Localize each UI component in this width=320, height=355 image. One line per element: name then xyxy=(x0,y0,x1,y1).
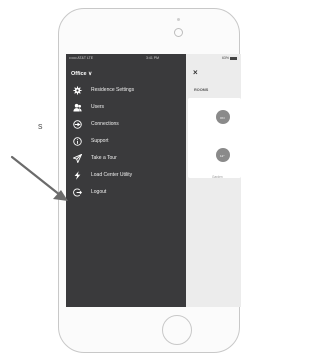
pointer-arrow xyxy=(10,155,68,201)
menu-item-support[interactable]: Support xyxy=(71,135,183,147)
battery-percent: 63% xyxy=(221,56,229,60)
menu-item-label: Users xyxy=(91,104,105,110)
gear-icon xyxy=(71,85,83,95)
menu-item-users[interactable]: Users xyxy=(71,101,183,113)
phone-screen: × ROOMS ON 12" Garden Office ∨ Residence… xyxy=(66,54,241,307)
rooms-card xyxy=(188,98,241,178)
info-icon xyxy=(71,136,83,146)
speaker-dot xyxy=(177,18,180,21)
venue-name: Office xyxy=(71,71,87,77)
room-subtitle: Garden xyxy=(212,175,223,179)
menu-item-load-center-utility[interactable]: Load Center Utility xyxy=(71,169,183,181)
menu-item-label: Support xyxy=(91,138,109,144)
status-bar: •••oo AT&T LTE 3:41 PM 63% xyxy=(66,54,241,62)
annotation-text: s xyxy=(38,121,43,131)
venue-selector[interactable]: Office ∨ xyxy=(71,71,92,77)
carrier-signal: •••oo AT&T LTE xyxy=(69,56,94,60)
menu-item-label: Load Center Utility xyxy=(91,172,133,178)
menu-item-take-a-tour[interactable]: Take a Tour xyxy=(71,152,183,164)
side-drawer: Office ∨ Residence Settings Users Connec… xyxy=(66,54,186,307)
close-drawer-icon[interactable]: × xyxy=(193,68,198,77)
room-tile-label: 12" xyxy=(220,154,225,158)
camera-ring xyxy=(174,28,183,37)
menu-item-connections[interactable]: Connections xyxy=(71,118,183,130)
menu-item-label: Residence Settings xyxy=(91,87,135,93)
chevron-down-icon: ∨ xyxy=(88,71,93,77)
menu-item-logout[interactable]: Logout xyxy=(71,186,183,198)
room-tile-label: ON xyxy=(220,116,225,120)
status-time: 3:41 PM xyxy=(146,56,160,60)
menu-item-label: Take a Tour xyxy=(91,155,117,161)
menu-item-residence-settings[interactable]: Residence Settings xyxy=(71,84,183,96)
rooms-section-label: ROOMS xyxy=(194,88,209,92)
battery-icon xyxy=(230,56,237,60)
battery-status: 63% xyxy=(222,56,237,60)
connections-icon xyxy=(71,119,83,129)
menu-item-label: Logout xyxy=(91,189,107,195)
menu-item-label: Connections xyxy=(91,121,119,127)
users-icon xyxy=(71,102,83,112)
home-button[interactable] xyxy=(162,315,192,345)
